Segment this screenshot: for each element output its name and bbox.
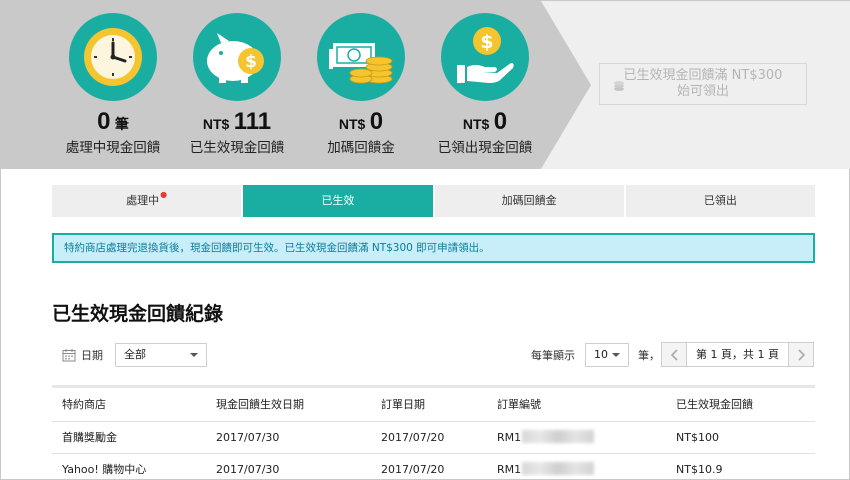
chevron-right-icon	[798, 349, 806, 361]
order-number-prefix: RM1	[497, 463, 522, 476]
column-header: 現金回饋生效日期	[216, 398, 304, 411]
cash-coins-icon	[317, 13, 405, 101]
cashback-amount-cell: NT$100	[676, 431, 719, 444]
status-tabs: 處理中● 已生效 加碼回饋金 已領出	[52, 185, 815, 217]
piggy-bank-icon: $	[193, 13, 281, 101]
coin-stack-icon	[614, 81, 624, 91]
column-header: 特約商店	[62, 398, 106, 411]
order-date-cell: 2017/07/20	[381, 431, 445, 444]
claim-line-1: 已生效現金回饋滿 NT$300	[623, 68, 783, 83]
stat-suffix: 筆	[114, 116, 129, 132]
cashback-amount-cell: NT$10.9	[676, 463, 723, 476]
stat-value: 0	[493, 108, 508, 135]
claim-cashback-button[interactable]: 已生效現金回饋滿 NT$300 始可領出	[599, 63, 807, 105]
tab-label: 已生效	[321, 194, 355, 207]
svg-text:$: $	[245, 52, 257, 72]
order-date-cell: 2017/07/20	[381, 463, 445, 476]
stat-value: 0	[369, 108, 384, 135]
column-header: 已生效現金回饋	[676, 398, 753, 411]
effective-date-cell: 2017/07/30	[216, 431, 280, 444]
column-header: 訂單編號	[497, 398, 541, 411]
stat-effective: $ NT$ 111 已生效現金回饋	[167, 13, 307, 156]
stat-unit: NT$	[202, 116, 230, 132]
stat-label: 已生效現金回饋	[189, 140, 285, 156]
claim-line-2: 始可領出	[676, 84, 729, 99]
stat-processing: 0 筆 處理中現金回饋	[43, 13, 183, 156]
table-row: 首購獎勵金 2017/07/30 2017/07/20 RM1 NT$100	[52, 422, 815, 454]
column-header: 訂單日期	[381, 398, 425, 411]
table-row: Yahoo! 購物中心 2017/07/30 2017/07/20 RM1 NT…	[52, 454, 815, 480]
stat-value: 111	[233, 108, 272, 135]
info-notice: 特約商店處理完退換貨後，現金回饋即可生效。已生效現金回饋滿 NT$300 即可申…	[52, 233, 815, 263]
tab-processing[interactable]: 處理中●	[52, 185, 242, 217]
cashback-table: 特約商店 現金回饋生效日期 訂單日期 訂單編號 已生效現金回饋 首購獎勵金 20…	[52, 385, 815, 480]
hand-coin-icon: $	[441, 13, 529, 101]
chevron-down-icon	[190, 353, 198, 357]
pagination: 每筆顯示 10 筆， 第 1 頁，共 1 頁	[531, 342, 814, 367]
tab-bonus[interactable]: 加碼回饋金	[434, 185, 624, 217]
tab-effective[interactable]: 已生效	[243, 185, 433, 217]
merchant-cell: Yahoo! 購物中心	[62, 463, 147, 476]
stat-value: 0	[97, 108, 111, 135]
date-range-value: 全部	[124, 348, 146, 361]
per-page-label: 每筆顯示	[531, 348, 575, 362]
stat-withdrawn: $ NT$ 0 已領出現金回饋	[415, 13, 555, 156]
order-number-prefix: RM1	[497, 431, 522, 444]
effective-date-cell: 2017/07/30	[216, 463, 280, 476]
merchant-cell: 首購獎勵金	[62, 431, 117, 444]
per-page-select[interactable]: 10	[585, 342, 629, 367]
tab-label: 加碼回饋金	[501, 194, 557, 207]
stat-label: 處理中現金回饋	[65, 140, 161, 156]
redacted-order-number	[522, 430, 595, 443]
order-number-cell: RM1	[497, 454, 595, 480]
calendar-icon	[62, 349, 76, 362]
next-page-button[interactable]	[787, 342, 814, 367]
per-page-unit: 筆，	[638, 348, 660, 362]
page-info: 第 1 頁，共 1 頁	[687, 342, 788, 367]
page-title: 已生效現金回饋紀錄	[52, 303, 224, 325]
tab-withdrawn[interactable]: 已領出	[625, 185, 815, 217]
redacted-order-number	[522, 462, 595, 475]
summary-header: 0 筆 處理中現金回饋 $ NT$ 111 已生效現金回饋 NT$ 0 加碼回饋…	[1, 1, 850, 169]
stat-unit: NT$	[338, 116, 366, 132]
date-filter: 日期 全部	[62, 343, 207, 367]
per-page-value: 10	[594, 347, 608, 361]
order-number-cell: RM1	[497, 422, 595, 454]
prev-page-button[interactable]	[661, 342, 687, 367]
stat-bonus: NT$ 0 加碼回饋金	[291, 13, 431, 156]
chevron-left-icon	[670, 349, 678, 361]
table-header-row: 特約商店 現金回饋生效日期 訂單日期 訂單編號 已生效現金回饋	[52, 388, 815, 422]
svg-text:$: $	[480, 31, 493, 53]
date-filter-label: 日期	[81, 349, 103, 362]
stat-unit: NT$	[462, 116, 490, 132]
tab-badge: ●	[160, 190, 168, 199]
tab-label: 已領出	[703, 194, 737, 207]
date-range-select[interactable]: 全部	[115, 343, 207, 367]
stat-label: 加碼回饋金	[327, 140, 395, 156]
clock-icon	[69, 13, 157, 101]
stat-label: 已領出現金回饋	[437, 140, 533, 156]
tab-label: 處理中	[126, 194, 160, 207]
chevron-down-icon	[612, 352, 620, 357]
